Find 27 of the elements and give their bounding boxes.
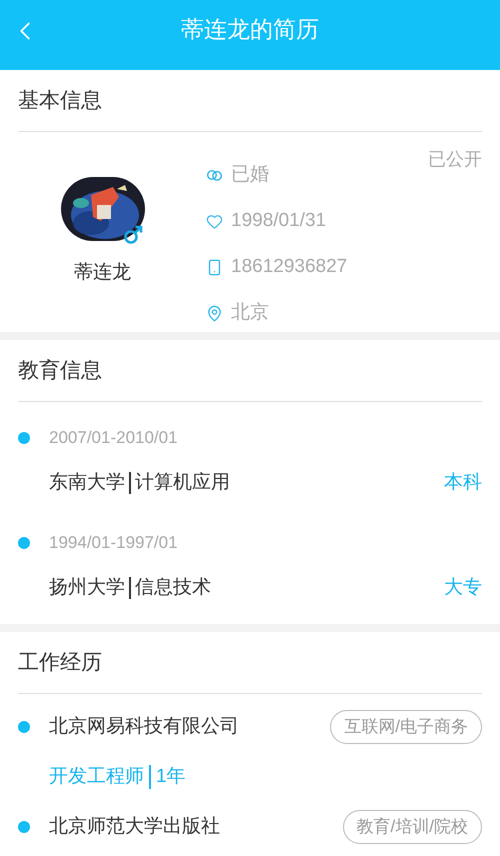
company-name: 北京师范大学出版社	[49, 814, 220, 839]
detail-text: 18612936827	[231, 254, 348, 279]
work-duration: 1年	[156, 764, 186, 789]
school-name: 扬州大学	[49, 576, 125, 600]
detail-text: 北京	[231, 300, 269, 325]
degree-label: 本科	[444, 470, 482, 495]
company-name: 北京网易科技有限公司	[49, 714, 239, 739]
school-name: 东南大学	[49, 470, 125, 495]
page-title: 蒂连龙的简历	[181, 14, 319, 44]
major-name: 信息技术	[135, 576, 211, 600]
industry-tag: 教育/培训/院校	[342, 810, 482, 844]
section-title: 教育信息	[18, 358, 102, 384]
detail-text: 已婚	[231, 162, 269, 187]
major-name: 计算机应用	[135, 470, 230, 495]
person-name: 蒂连龙	[74, 261, 131, 285]
industry-tag: 互联网/电子商务	[330, 710, 482, 744]
position-title: 开发工程师	[49, 764, 144, 789]
section-title: 基本信息	[18, 88, 102, 114]
degree-label: 大专	[444, 576, 482, 600]
rings-icon	[206, 168, 222, 182]
location-pin-icon	[206, 304, 222, 322]
heart-icon	[206, 212, 222, 230]
education-period: 2007/01-2010/01	[49, 427, 178, 450]
visibility-status: 已公开	[428, 148, 482, 171]
detail-text: 1998/01/31	[231, 208, 326, 233]
section-title: 工作经历	[18, 650, 102, 676]
education-period: 1994/01-1997/01	[49, 532, 178, 554]
